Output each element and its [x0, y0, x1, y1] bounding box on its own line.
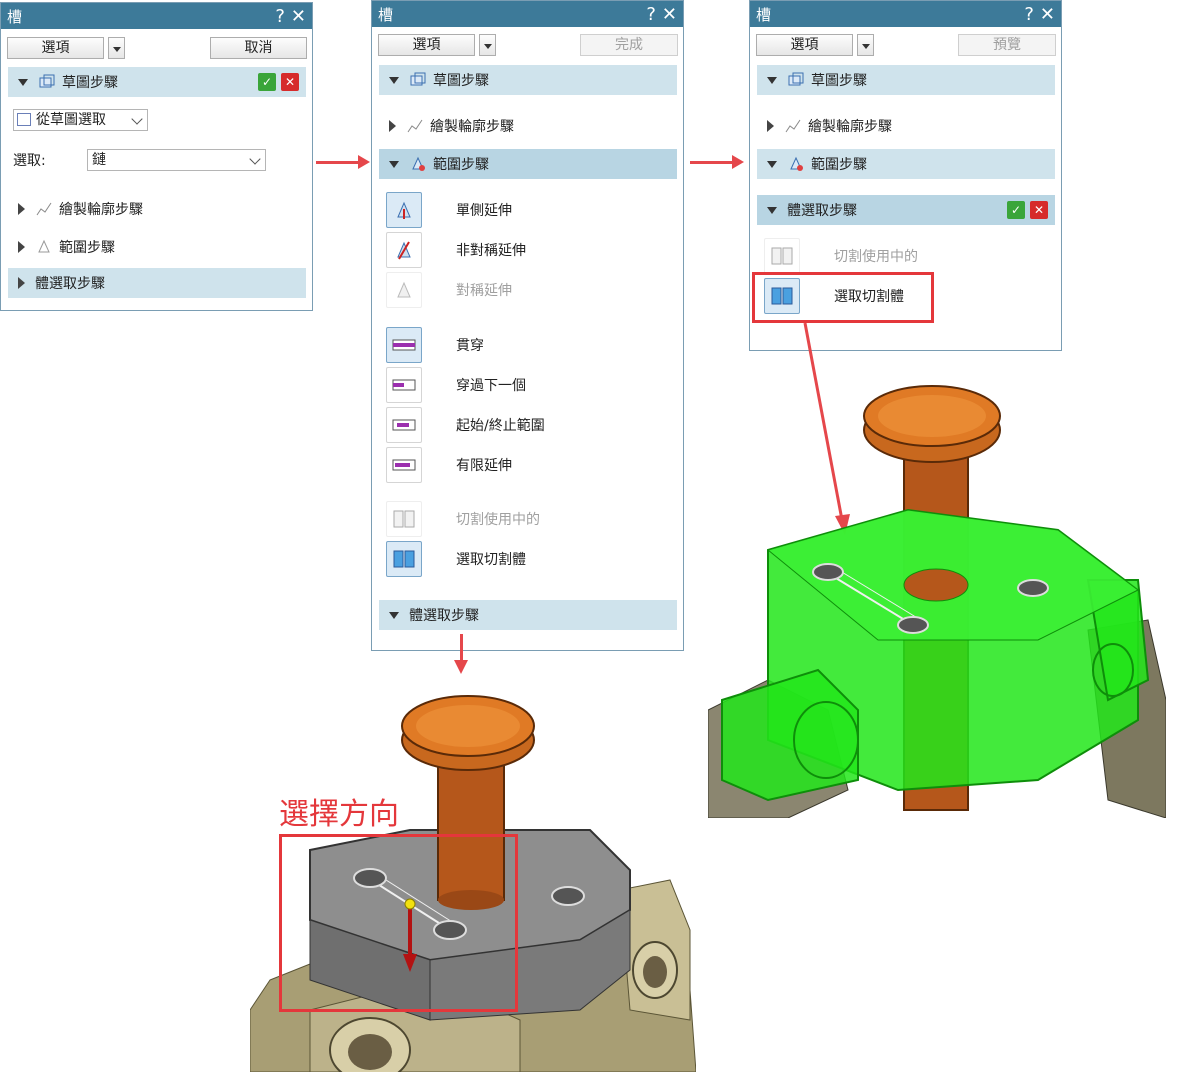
option-cut-active[interactable]: 切割使用中的 — [764, 238, 918, 274]
expand-icon — [18, 203, 25, 215]
expand-icon — [389, 120, 396, 132]
highlight-select-cut-body — [752, 272, 934, 323]
through-all-icon — [386, 327, 422, 363]
draw-profile-step[interactable]: 繪製輪廓步驟 — [18, 199, 143, 219]
sketch-select-icon — [17, 113, 31, 126]
range-step[interactable]: 範圍步驟 — [18, 237, 115, 257]
flow-arrow-2 — [690, 155, 744, 169]
close-icon[interactable]: ✕ — [291, 6, 306, 27]
title-bar: 槽 ? ✕ — [750, 1, 1061, 27]
help-icon[interactable]: ? — [646, 4, 656, 25]
from-sketch-dropdown[interactable]: 從草圖選取 — [13, 109, 148, 131]
title-bar: 槽 ? ✕ — [1, 3, 312, 29]
cancel-x-icon[interactable]: ✕ — [1030, 201, 1048, 219]
option-through-next[interactable]: 穿過下一個 — [386, 367, 526, 403]
profile-icon — [784, 117, 802, 135]
draw-profile-step[interactable]: 繪製輪廓步驟 — [767, 116, 892, 136]
range-icon — [787, 155, 805, 173]
close-icon[interactable]: ✕ — [662, 4, 677, 25]
option-through-all[interactable]: 貫穿 — [386, 327, 484, 363]
expand-icon — [18, 277, 25, 289]
help-icon[interactable]: ? — [1024, 4, 1034, 25]
sketch-step-header[interactable]: 草圖步驟 — [757, 65, 1055, 95]
from-to-icon — [386, 407, 422, 443]
slot-dialog-2: 槽 ? ✕ 選項 完成 草圖步驟 繪製輪廓步驟 範圍步驟 單側延伸 非對稱延伸 … — [371, 0, 684, 651]
collapse-icon — [767, 206, 777, 214]
collapse-icon — [767, 76, 777, 84]
help-icon[interactable]: ? — [275, 6, 285, 27]
cancel-x-icon[interactable]: ✕ — [281, 73, 299, 91]
range-icon — [35, 238, 53, 256]
chevron-down-icon — [249, 153, 261, 165]
collapse-icon — [767, 160, 777, 168]
option-from-to[interactable]: 起始/終止範圍 — [386, 407, 545, 443]
expand-icon — [767, 120, 774, 132]
select-combo[interactable]: 鏈 — [87, 149, 266, 171]
symmetric-extend-icon — [386, 272, 422, 308]
option-cut-active[interactable]: 切割使用中的 — [386, 501, 540, 537]
slot-dialog-1: 槽 ? ✕ 選項 取消 草圖步驟 ✓ ✕ 從草圖選取 選取: 鏈 繪製輪廓步驟 … — [0, 2, 313, 311]
options-dropdown[interactable] — [108, 37, 125, 59]
collapse-icon — [389, 76, 399, 84]
sketch-step-label: 草圖步驟 — [62, 75, 118, 91]
option-symmetric[interactable]: 對稱延伸 — [386, 272, 512, 308]
sketch-step-header[interactable]: 草圖步驟 ✓ ✕ — [8, 67, 306, 97]
option-select-cut-body[interactable]: 選取切割體 — [386, 541, 526, 577]
sketch-icon — [409, 71, 427, 89]
chevron-down-icon — [131, 113, 143, 125]
body-select-step-header[interactable]: 體選取步驟 ✓ ✕ — [757, 195, 1055, 225]
finish-button[interactable]: 完成 — [580, 34, 678, 56]
option-finite[interactable]: 有限延伸 — [386, 447, 512, 483]
cut-active-icon — [386, 501, 422, 537]
model-view-green — [708, 385, 1166, 818]
cancel-button[interactable]: 取消 — [210, 37, 307, 59]
finite-extend-icon — [386, 447, 422, 483]
collapse-icon — [389, 611, 399, 619]
check-icon[interactable]: ✓ — [1007, 201, 1025, 219]
body-select-step[interactable]: 體選取步驟 — [379, 600, 677, 630]
collapse-icon — [18, 78, 28, 86]
options-dropdown[interactable] — [857, 34, 874, 56]
highlight-direction — [279, 834, 518, 1012]
preview-button[interactable]: 預覽 — [958, 34, 1056, 56]
profile-icon — [406, 117, 424, 135]
select-cut-body-icon — [386, 541, 422, 577]
select-label: 選取: — [13, 153, 46, 169]
draw-profile-step[interactable]: 繪製輪廓步驟 — [389, 116, 514, 136]
choose-direction-label: 選擇方向 — [279, 797, 399, 832]
flow-arrow-3-head — [454, 660, 468, 674]
range-icon — [409, 155, 427, 173]
sketch-icon — [787, 71, 805, 89]
sketch-icon — [38, 73, 56, 91]
options-button[interactable]: 選項 — [7, 37, 104, 59]
dialog-title: 槽 — [7, 7, 23, 26]
close-icon[interactable]: ✕ — [1040, 4, 1055, 25]
option-one-side[interactable]: 單側延伸 — [386, 192, 512, 228]
one-side-extend-icon — [386, 192, 422, 228]
through-next-icon — [386, 367, 422, 403]
dialog-title: 槽 — [378, 5, 394, 24]
cut-active-icon — [764, 238, 800, 274]
profile-icon — [35, 200, 53, 218]
check-icon[interactable]: ✓ — [258, 73, 276, 91]
sketch-step-header[interactable]: 草圖步驟 — [379, 65, 677, 95]
collapse-icon — [389, 160, 399, 168]
expand-icon — [18, 241, 25, 253]
title-bar: 槽 ? ✕ — [372, 1, 683, 27]
range-step-header[interactable]: 範圍步驟 — [379, 149, 677, 179]
flow-arrow-1 — [316, 155, 370, 169]
dialog-title: 槽 — [756, 5, 772, 24]
options-button[interactable]: 選項 — [756, 34, 853, 56]
option-asymmetric[interactable]: 非對稱延伸 — [386, 232, 526, 268]
asymmetric-extend-icon — [386, 232, 422, 268]
options-dropdown[interactable] — [479, 34, 496, 56]
options-button[interactable]: 選項 — [378, 34, 475, 56]
range-step-header[interactable]: 範圍步驟 — [757, 149, 1055, 179]
flow-arrow-3 — [460, 634, 463, 662]
body-select-step[interactable]: 體選取步驟 — [8, 268, 306, 298]
